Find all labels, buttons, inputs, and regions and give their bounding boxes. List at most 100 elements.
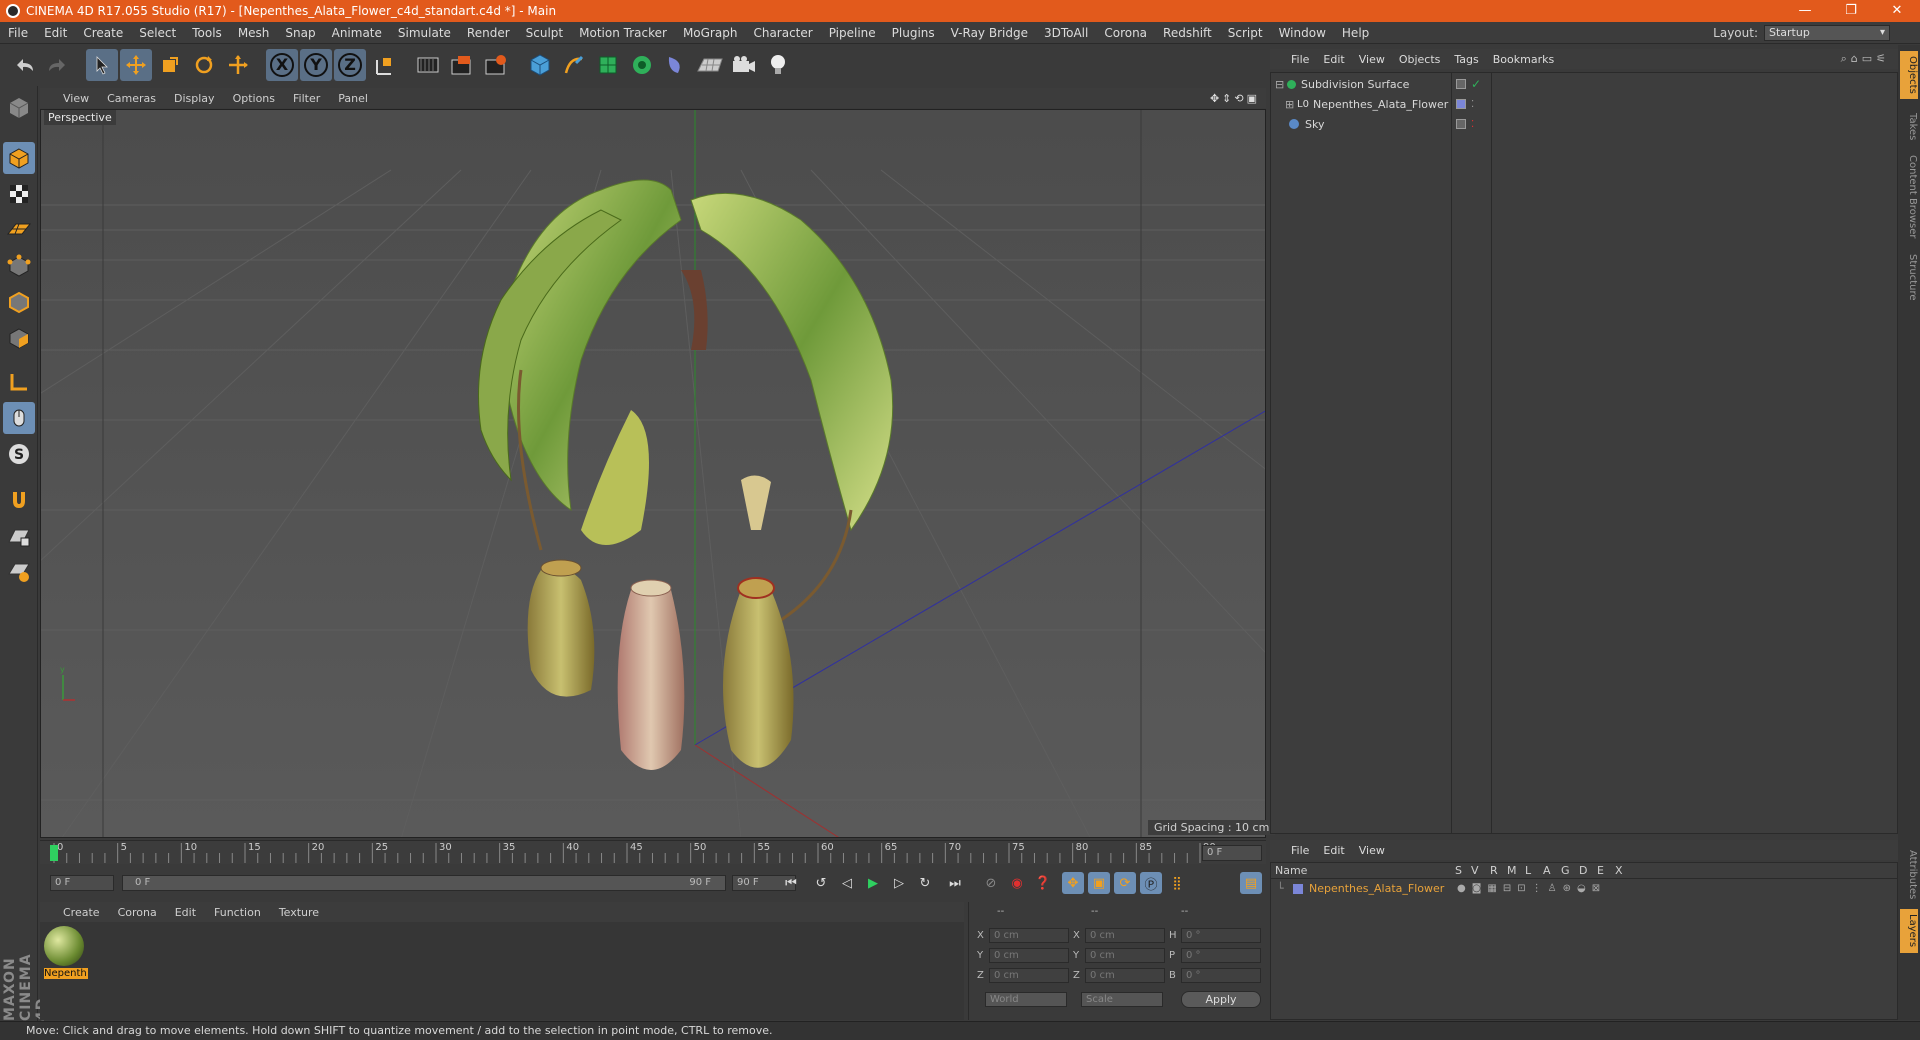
menu-window[interactable]: Window <box>1271 26 1334 40</box>
z-axis-lock-icon[interactable]: Z <box>334 49 366 81</box>
editor-visibility-icon[interactable] <box>1456 79 1466 89</box>
autokey-icon[interactable]: ◉ <box>1006 872 1028 894</box>
object-menu-file[interactable]: File <box>1284 53 1316 66</box>
goto-end-button[interactable]: ⏭ <box>944 872 966 894</box>
minimize-button[interactable]: — <box>1782 0 1828 22</box>
cube-primitive-icon[interactable] <box>524 49 556 81</box>
menu-select[interactable]: Select <box>131 26 184 40</box>
deformer-icon[interactable] <box>660 49 692 81</box>
menu-character[interactable]: Character <box>745 26 820 40</box>
parameter-key-icon[interactable]: Ⓟ <box>1140 872 1162 894</box>
coordinate-system-icon[interactable] <box>368 49 400 81</box>
viewport-menu-panel[interactable]: Panel <box>329 92 377 105</box>
viewport-menu-cameras[interactable]: Cameras <box>98 92 165 105</box>
goto-start-button[interactable]: ⏮ <box>780 872 802 894</box>
editor-visibility-icon[interactable] <box>1456 119 1466 129</box>
menu-3dtoall[interactable]: 3DToAll <box>1036 26 1096 40</box>
viewport-menu-display[interactable]: Display <box>165 92 224 105</box>
menu-motion-tracker[interactable]: Motion Tracker <box>571 26 675 40</box>
restore-button[interactable]: ❐ <box>1828 0 1874 22</box>
visibility-dots-icon[interactable]: ⁚ <box>1471 115 1474 134</box>
viewport-navigation-icons[interactable]: ✥⇕⟲▣ <box>1210 92 1266 105</box>
material-menu-function[interactable]: Function <box>205 906 270 919</box>
layer-menu-file[interactable]: File <box>1284 844 1316 857</box>
material-menu-texture[interactable]: Texture <box>270 906 328 919</box>
next-frame-button[interactable]: ▷ <box>888 872 910 894</box>
menu-mograph[interactable]: MoGraph <box>675 26 746 40</box>
start-frame-field[interactable]: 0 F <box>50 875 114 891</box>
coord-size-x-field[interactable]: 0 cm <box>1085 928 1165 943</box>
tab-layers[interactable]: Layers <box>1900 909 1918 953</box>
tab-attributes[interactable]: Attributes <box>1900 845 1918 905</box>
render-settings-icon[interactable] <box>480 49 512 81</box>
live-selection-icon[interactable] <box>86 49 118 81</box>
layer-menu-edit[interactable]: Edit <box>1316 844 1351 857</box>
solo-mode-icon[interactable]: S <box>3 438 35 470</box>
viewport-menu-options[interactable]: Options <box>224 92 284 105</box>
model-mode-icon[interactable] <box>3 142 35 174</box>
coord-size-y-field[interactable]: 0 cm <box>1085 948 1165 963</box>
material-menu-corona[interactable]: Corona <box>109 906 166 919</box>
record-keys-icon[interactable]: ⊘ <box>980 872 1002 894</box>
layer-menu-view[interactable]: View <box>1352 844 1392 857</box>
floor-icon[interactable] <box>694 49 726 81</box>
tab-structure[interactable]: Structure <box>1900 247 1918 307</box>
cloner-icon[interactable] <box>626 49 658 81</box>
point-level-animation-icon[interactable]: ⣿ <box>1166 872 1188 894</box>
object-menu-objects[interactable]: Objects <box>1392 53 1448 66</box>
y-axis-lock-icon[interactable]: Y <box>300 49 332 81</box>
object-row-sky[interactable]: Sky ⁚ <box>1271 115 1897 134</box>
scale-tool-icon[interactable] <box>154 49 186 81</box>
coord-mode-dropdown[interactable]: World <box>985 992 1067 1007</box>
expand-toggle-icon[interactable]: ⊟ <box>1275 75 1284 94</box>
position-key-icon[interactable]: ✥ <box>1062 872 1084 894</box>
layout-dropdown[interactable]: Startup <box>1764 25 1890 41</box>
menu-script[interactable]: Script <box>1220 26 1271 40</box>
camera-icon[interactable] <box>728 49 760 81</box>
coord-pos-x-field[interactable]: 0 cm <box>989 928 1069 943</box>
tab-content-browser[interactable]: Content Browser <box>1900 151 1918 243</box>
menu-pipeline[interactable]: Pipeline <box>821 26 884 40</box>
goto-next-key-button[interactable]: ↻ <box>914 872 936 894</box>
timeline-ruler[interactable]: 051015202530354045505560657075808590 0 F <box>40 840 1266 864</box>
tab-objects[interactable]: Objects <box>1900 51 1918 99</box>
coord-rot-p-field[interactable]: 0 ° <box>1181 948 1261 963</box>
coord-pos-z-field[interactable]: 0 cm <box>989 968 1069 983</box>
expand-toggle-icon[interactable]: ⊞ <box>1285 95 1294 114</box>
playhead-marker[interactable] <box>50 845 58 861</box>
material-menu-create[interactable]: Create <box>54 906 109 919</box>
render-view-icon[interactable] <box>412 49 444 81</box>
menu-redshift[interactable]: Redshift <box>1155 26 1220 40</box>
menu-snap[interactable]: Snap <box>277 26 323 40</box>
polygons-mode-icon[interactable] <box>3 322 35 354</box>
workplane-mode-icon[interactable] <box>3 214 35 246</box>
rotation-key-icon[interactable]: ⟳ <box>1114 872 1136 894</box>
menu-mesh[interactable]: Mesh <box>230 26 278 40</box>
axis-mode-icon[interactable] <box>3 366 35 398</box>
grid-lock-icon[interactable] <box>3 522 35 554</box>
keyframe-selection-icon[interactable]: ❓ <box>1032 872 1054 894</box>
menu-file[interactable]: File <box>0 26 36 40</box>
coord-pos-y-field[interactable]: 0 cm <box>989 948 1069 963</box>
texture-mode-icon[interactable] <box>3 178 35 210</box>
current-frame-field[interactable]: 0 F <box>1202 845 1262 861</box>
undo-icon[interactable] <box>8 49 40 81</box>
enabled-checkmark-icon[interactable]: ✓ <box>1471 75 1481 94</box>
previous-frame-button[interactable]: ◁ <box>836 872 858 894</box>
visibility-dots-icon[interactable]: ⁚ <box>1471 95 1474 114</box>
move-tool-icon[interactable] <box>120 49 152 81</box>
goto-previous-key-button[interactable]: ↺ <box>810 872 832 894</box>
object-menu-tags[interactable]: Tags <box>1447 53 1485 66</box>
light-icon[interactable] <box>762 49 794 81</box>
apply-button[interactable]: Apply <box>1181 991 1261 1008</box>
menu-corona[interactable]: Corona <box>1096 26 1155 40</box>
menu-create[interactable]: Create <box>75 26 131 40</box>
snap-magnet-icon[interactable] <box>3 484 35 516</box>
redo-icon[interactable] <box>42 49 74 81</box>
object-row-subdivision-surface[interactable]: ⊟ Subdivision Surface ✓ <box>1271 75 1897 94</box>
transform-tool-icon[interactable] <box>222 49 254 81</box>
menu-edit[interactable]: Edit <box>36 26 75 40</box>
material-menu-edit[interactable]: Edit <box>166 906 205 919</box>
object-menu-bookmarks[interactable]: Bookmarks <box>1486 53 1561 66</box>
layer-color-swatch[interactable] <box>1293 884 1303 894</box>
